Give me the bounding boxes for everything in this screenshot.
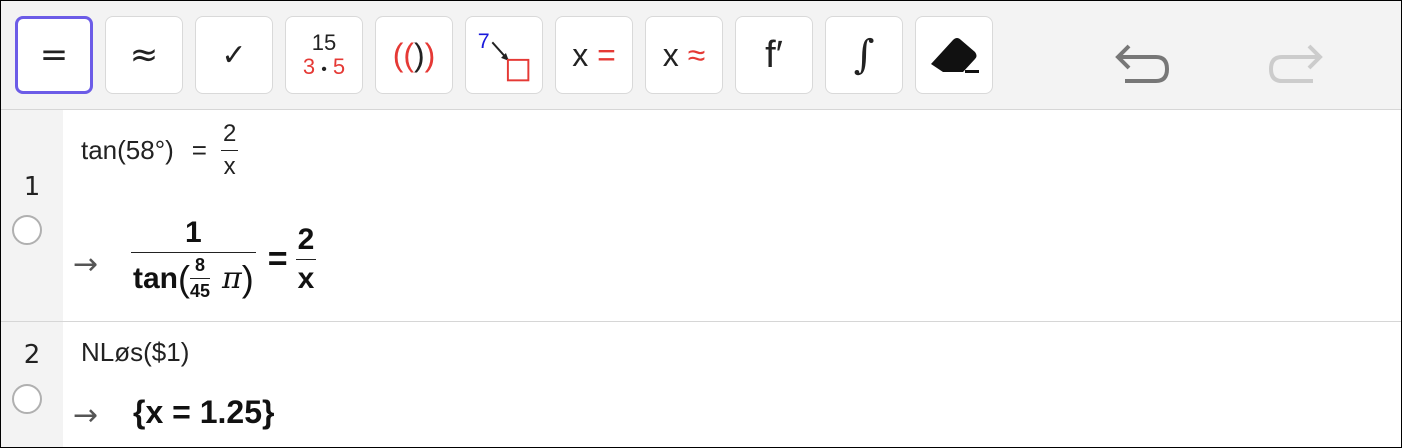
- input-lhs: tan(58°): [81, 135, 174, 165]
- cas-row-2: 2 NLøs($1) → {x = 1.25}: [1, 322, 1401, 447]
- factor-bottom-label: 3 • 5: [302, 54, 346, 79]
- output-arrow: →: [73, 247, 99, 282]
- cas-row-1: 1 tan(58°) = 2 x → 1 tan ( 8 45 π) = 2 …: [1, 110, 1401, 322]
- cas-toolbar: = ≈ ✓ 15 3 • 5 (()) 7 x = x ≈ f′ ∫: [1, 1, 1401, 110]
- row-number: 1: [23, 172, 41, 202]
- integral-button[interactable]: ∫: [825, 16, 903, 94]
- output-equals: =: [267, 239, 288, 278]
- input-cell[interactable]: NLøs($1): [81, 337, 189, 368]
- input-equals: =: [191, 135, 207, 165]
- delete-button[interactable]: [915, 16, 993, 94]
- factor-top-label: 15: [311, 29, 337, 55]
- row-number: 2: [23, 340, 41, 370]
- input-cell[interactable]: tan(58°) = 2 x: [81, 120, 239, 181]
- solve-numerically-button[interactable]: x ≈: [645, 16, 723, 94]
- output-lhs-fraction: 1 tan ( 8 45 π ): [131, 216, 256, 301]
- approx-icon: ≈: [129, 35, 159, 75]
- output-cell: {x = 1.25}: [133, 394, 275, 430]
- evaluate-button[interactable]: =: [15, 16, 93, 94]
- nsolve-icon: x ≈: [662, 36, 706, 73]
- equals-icon: =: [39, 35, 69, 75]
- parentheses-icon: (()): [392, 36, 436, 73]
- eraser-icon: [931, 38, 979, 73]
- solve-button[interactable]: x =: [555, 16, 633, 94]
- substitute-button[interactable]: 7: [465, 16, 543, 94]
- solve-icon: x =: [572, 36, 616, 73]
- output-rhs-fraction: 2 x: [295, 222, 317, 295]
- keep-input-button[interactable]: ✓: [195, 16, 273, 94]
- redo-button[interactable]: [1261, 31, 1331, 101]
- input-fraction: 2 x: [220, 120, 239, 180]
- numeric-button[interactable]: ≈: [105, 16, 183, 94]
- factor-button[interactable]: 15 3 • 5: [285, 16, 363, 94]
- derivative-icon: f′: [765, 33, 783, 76]
- integral-icon: ∫: [853, 32, 875, 78]
- undo-icon: [1115, 44, 1170, 83]
- cas-view: = ≈ ✓ 15 3 • 5 (()) 7 x = x ≈ f′ ∫ 1 tan…: [0, 0, 1402, 448]
- row-toggle-radio[interactable]: [12, 215, 42, 245]
- row-toggle-radio[interactable]: [12, 384, 42, 414]
- redo-icon: [1268, 44, 1323, 83]
- substitute-icon: 7: [478, 29, 530, 82]
- output-cell: 1 tan ( 8 45 π ) = 2 x: [131, 216, 317, 302]
- checkmark-icon: ✓: [221, 37, 247, 73]
- output-arrow: →: [73, 398, 99, 433]
- derivative-button[interactable]: f′: [735, 16, 813, 94]
- svg-text:7: 7: [478, 29, 490, 53]
- undo-button[interactable]: [1107, 31, 1177, 101]
- expand-button[interactable]: (()): [375, 16, 453, 94]
